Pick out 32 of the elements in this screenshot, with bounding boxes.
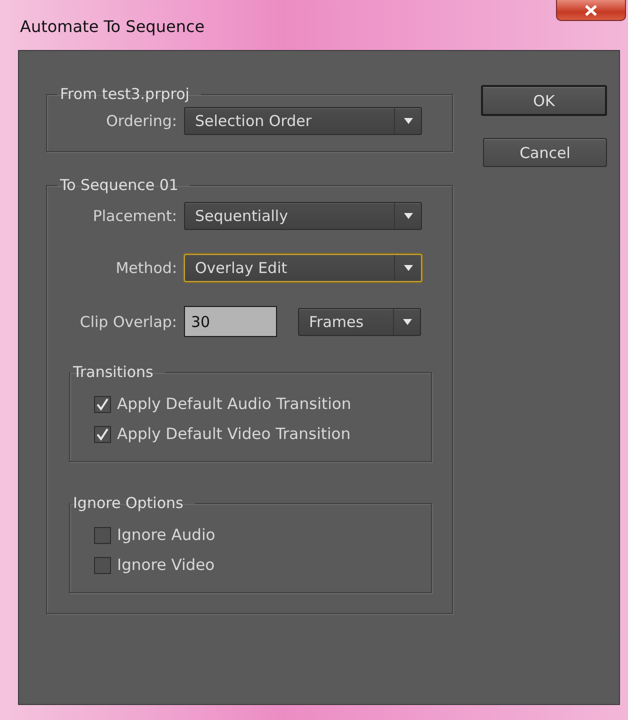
checkbox[interactable] — [94, 526, 111, 544]
dropdown-arrow-icon — [402, 318, 412, 324]
checkbox-option[interactable]: Apply Default Audio Transition — [94, 395, 421, 413]
input-field[interactable]: 30 — [184, 306, 277, 337]
field-label: Ordering: — [105, 112, 177, 130]
checkbox-option[interactable]: Ignore Video — [94, 556, 421, 574]
checkbox[interactable] — [94, 556, 111, 574]
field-label: Method: — [114, 259, 177, 277]
close-icon — [585, 4, 597, 16]
window-title: Automate To Sequence — [20, 17, 205, 36]
checkbox-option[interactable]: Apply Default Video Transition — [94, 425, 421, 443]
close-button[interactable] — [556, 0, 626, 21]
group-title: From test3.prproj — [59, 85, 190, 103]
checkbox[interactable] — [94, 426, 111, 442]
check-icon — [96, 428, 109, 440]
field-label: Clip Overlap: — [78, 312, 177, 330]
group-title: Ignore Options — [72, 494, 184, 512]
dropdown-arrow-icon — [404, 265, 412, 271]
group-title: To Sequence 01 — [59, 176, 180, 194]
field-label: Placement: — [92, 207, 177, 225]
group-title: Transitions — [72, 363, 154, 381]
checkbox[interactable] — [94, 396, 111, 412]
dropdown[interactable]: Sequentially — [184, 202, 422, 230]
dialog-button[interactable]: Cancel — [483, 138, 607, 167]
default-button[interactable]: OK — [481, 85, 607, 116]
checkbox-option[interactable]: Ignore Audio — [94, 526, 421, 544]
dropdown[interactable]: Selection Order — [184, 107, 422, 135]
dropdown-arrow-icon — [404, 213, 412, 219]
check-icon — [96, 398, 109, 410]
dropdown[interactable]: Frames — [298, 308, 421, 336]
dropdown-arrow-icon — [404, 118, 412, 124]
dropdown[interactable]: Overlay Edit — [184, 254, 422, 282]
